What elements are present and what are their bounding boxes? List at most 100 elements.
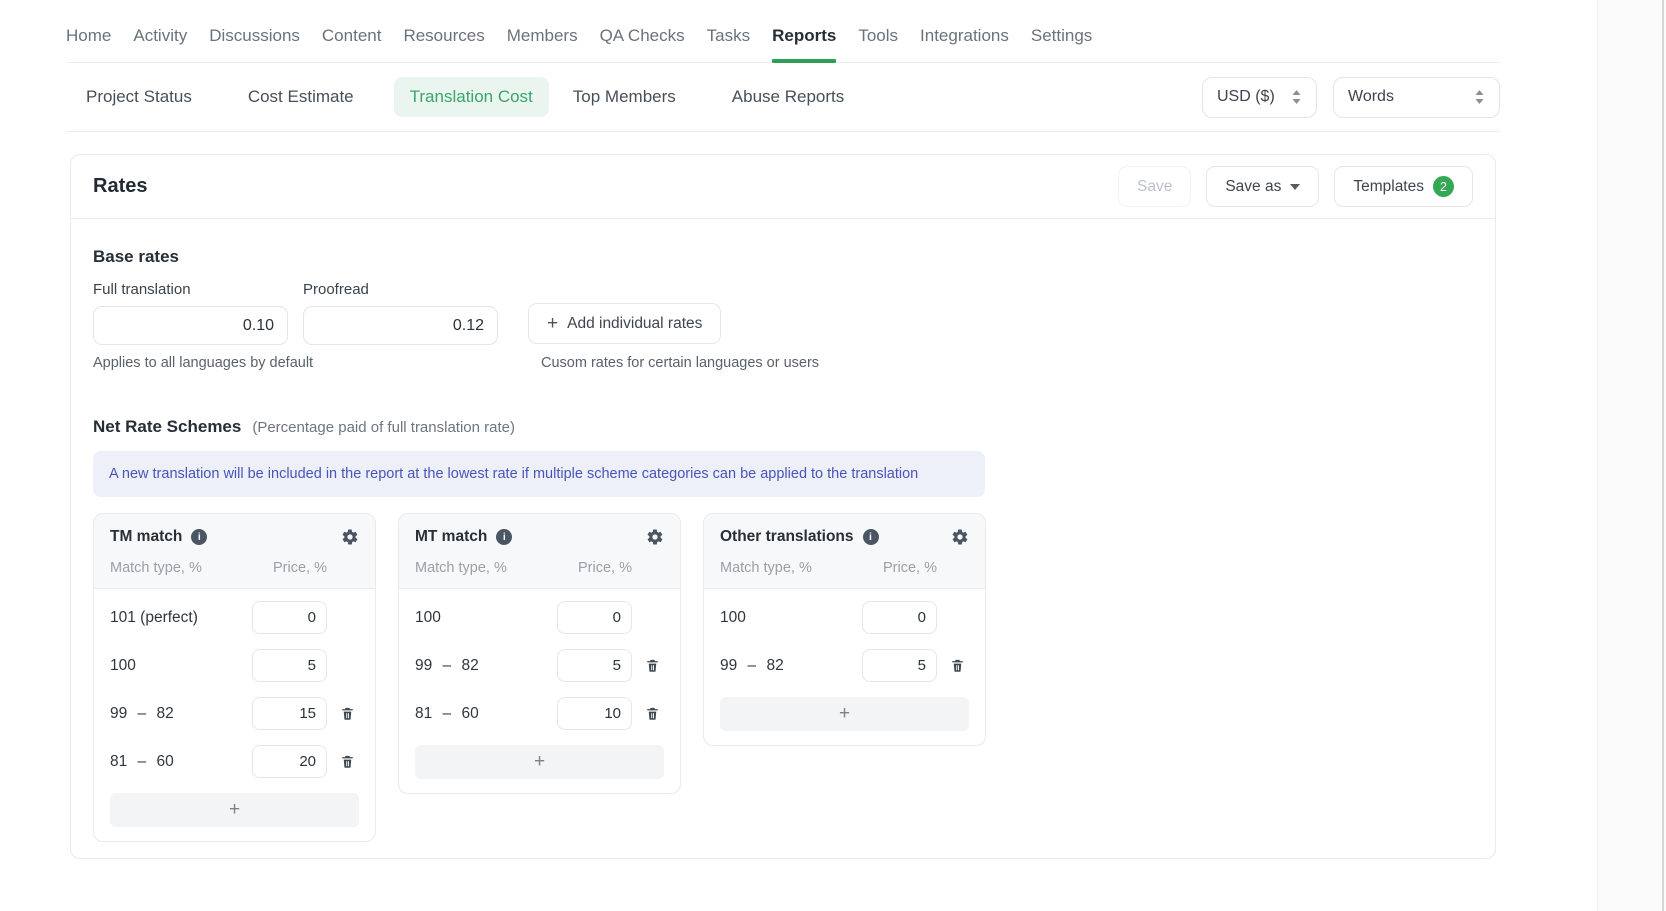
price-input[interactable]: [862, 649, 937, 682]
subtab-list: Project Status Cost Estimate Translation C…: [70, 77, 884, 117]
scheme-card-body: 100 99 – 82 81 – 60 +: [399, 589, 680, 793]
top-nav: Home Activity Discussions Content Resources M…: [66, 0, 1500, 63]
scheme-column-headers: Match type, % Price, %: [720, 560, 969, 576]
scheme-card-body: 101 (perfect)10099 – 8281 – 60+: [94, 589, 375, 841]
scheme-title-row: TM matchi: [110, 528, 359, 546]
price-column-label: Price, %: [883, 560, 937, 576]
match-type-label: 101 (perfect): [110, 609, 252, 627]
match-type-label: 99 – 82: [110, 705, 252, 723]
nav-item-reports[interactable]: Reports: [772, 26, 836, 62]
table-row: 101 (perfect): [110, 601, 359, 634]
proofread-field-group: Proofread: [303, 267, 498, 345]
match-type-column-label: Match type, %: [110, 560, 202, 576]
match-type-label: 100: [720, 609, 862, 627]
scheme-card-tm-match: TM matchi Match type, %Price, % 101 (perfe…: [93, 513, 376, 842]
net-rate-schemes-heading: Net Rate Schemes: [93, 417, 241, 437]
rates-card-body: Base rates Full translation Proofread + …: [71, 219, 1495, 858]
scheme-title: MT match: [415, 528, 487, 546]
match-type-label: 99 – 82: [415, 657, 557, 675]
schemes-row: TM matchi Match type, % Price, % 101 (perfe…: [93, 513, 1473, 842]
trash-icon[interactable]: [640, 705, 664, 722]
table-row: 99 – 82: [415, 649, 664, 682]
add-scheme-row-button[interactable]: +: [720, 697, 969, 731]
individual-rates-helper-text: Cusom rates for certain languages or use…: [541, 355, 819, 371]
subtab-top-members[interactable]: Top Members: [557, 77, 692, 117]
table-row: 100: [415, 601, 664, 634]
nav-item-settings[interactable]: Settings: [1031, 26, 1092, 62]
nav-item-discussions[interactable]: Discussions: [209, 26, 300, 62]
nav-item-qa-checks[interactable]: QA Checks: [600, 26, 685, 62]
lowest-rate-info-banner: A new translation will be included in th…: [93, 451, 985, 497]
price-input[interactable]: [557, 649, 632, 682]
subtab-abuse-reports[interactable]: Abuse Reports: [716, 77, 860, 117]
currency-select[interactable]: USD ($): [1202, 77, 1317, 118]
trash-icon[interactable]: [640, 657, 664, 674]
price-input[interactable]: [252, 601, 327, 634]
table-row: 81 – 60: [110, 745, 359, 778]
price-input[interactable]: [252, 697, 327, 730]
price-input[interactable]: [252, 745, 327, 778]
unit-select[interactable]: Words: [1333, 77, 1500, 118]
save-as-button[interactable]: Save as: [1206, 166, 1319, 207]
nav-item-resources[interactable]: Resources: [403, 26, 484, 62]
trash-icon[interactable]: [945, 657, 969, 674]
add-individual-rates-button[interactable]: + Add individual rates: [528, 303, 721, 344]
info-icon[interactable]: i: [191, 529, 207, 545]
price-input[interactable]: [862, 601, 937, 634]
scheme-card-body: 10099 – 82+: [704, 589, 985, 745]
templates-button[interactable]: Templates 2: [1334, 166, 1473, 207]
nav-item-tools[interactable]: Tools: [858, 26, 898, 62]
table-row: 81 – 60: [415, 697, 664, 730]
full-translation-input[interactable]: [93, 306, 288, 345]
gear-icon[interactable]: [341, 528, 359, 546]
match-type-column-label: Match type, %: [720, 560, 812, 576]
nav-item-home[interactable]: Home: [66, 26, 111, 62]
subtab-project-status[interactable]: Project Status: [70, 77, 208, 117]
info-icon[interactable]: i: [863, 529, 879, 545]
net-rate-schemes-subheading: (Percentage paid of full translation rat…: [252, 419, 515, 436]
templates-button-label: Templates: [1353, 178, 1424, 196]
subtab-cost-estimate[interactable]: Cost Estimate: [232, 77, 370, 117]
table-row: 99 – 82: [110, 697, 359, 730]
save-button[interactable]: Save: [1118, 166, 1191, 207]
price-input[interactable]: [557, 697, 632, 730]
trash-icon[interactable]: [335, 753, 359, 770]
scheme-title-row: Other translationsi: [720, 528, 969, 546]
add-scheme-row-button[interactable]: +: [110, 793, 359, 827]
chevron-down-icon: [1290, 184, 1300, 190]
gear-icon[interactable]: [951, 528, 969, 546]
scheme-column-headers: Match type, %Price, %: [110, 560, 359, 576]
scheme-card-other-translations: Other translationsi Match type, % Price, %…: [703, 513, 986, 746]
price-input[interactable]: [252, 649, 327, 682]
scheme-card-header-mt-match: MT match i Match type, %Price, %: [399, 514, 680, 589]
match-type-label: 100: [415, 609, 557, 627]
gear-icon[interactable]: [646, 528, 664, 546]
table-row: 100: [720, 601, 969, 634]
nav-item-tasks[interactable]: Tasks: [707, 26, 750, 62]
rates-card: Rates Save Save as Templates 2 Base rate…: [70, 154, 1496, 859]
nav-item-activity[interactable]: Activity: [133, 26, 187, 62]
scheme-column-headers: Match type, %Price, %: [415, 560, 664, 576]
net-rate-schemes-heading-row: Net Rate Schemes (Percentage paid of ful…: [93, 417, 1473, 437]
page-title: Rates: [93, 175, 147, 198]
subtab-translation-cost[interactable]: Translation Cost: [394, 77, 549, 117]
proofread-input[interactable]: [303, 306, 498, 345]
scheme-title-row: MT match i: [415, 528, 664, 546]
updown-icon: [1291, 89, 1302, 105]
scrollbar[interactable]: [1662, 0, 1664, 911]
templates-count-badge: 2: [1433, 176, 1454, 197]
nav-item-members[interactable]: Members: [507, 26, 578, 62]
scheme-card-mt-match: MT match i Match type, %Price, % 100 99 – 82…: [398, 513, 681, 794]
unit-select-value: Words: [1348, 88, 1394, 106]
add-individual-rates-label: Add individual rates: [567, 315, 702, 333]
nav-item-content[interactable]: Content: [322, 26, 382, 62]
info-icon[interactable]: i: [496, 529, 512, 545]
price-input[interactable]: [557, 601, 632, 634]
save-button-label: Save: [1137, 178, 1172, 196]
nav-item-integrations[interactable]: Integrations: [920, 26, 1009, 62]
trash-icon[interactable]: [335, 705, 359, 722]
add-scheme-row-button[interactable]: +: [415, 745, 664, 779]
full-translation-label: Full translation: [93, 281, 288, 298]
scheme-card-header-other-translations: Other translationsi Match type, % Price, %: [704, 514, 985, 589]
full-translation-field-group: Full translation: [93, 267, 288, 345]
